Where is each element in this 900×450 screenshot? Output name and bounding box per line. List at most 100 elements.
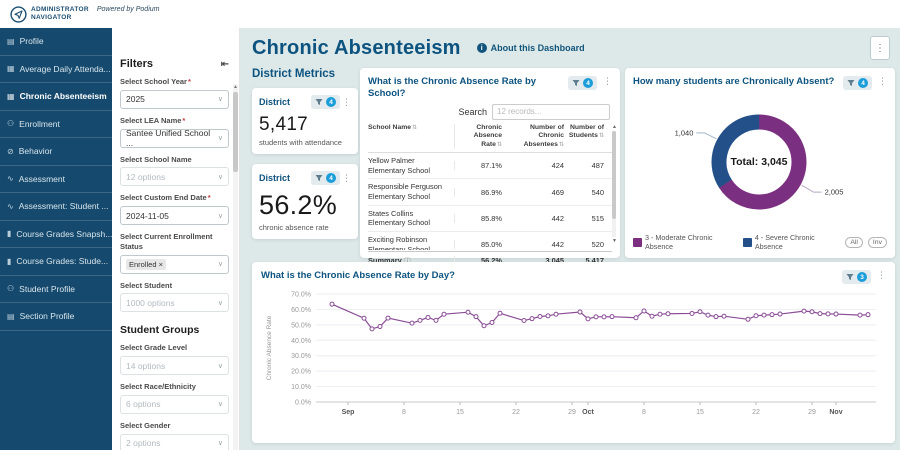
x-axis-tick-label: 29: [568, 409, 576, 416]
data-point: [801, 308, 807, 314]
sidebar-item-student-profile[interactable]: ⚇ Student Profile: [0, 276, 112, 303]
legend-item[interactable]: 4 - Severe Chronic Absence: [742, 233, 841, 251]
legend-all-button[interactable]: All: [845, 236, 863, 248]
data-point: [425, 314, 431, 320]
value-cell: 424: [551, 161, 564, 171]
sidebar-item-label: Behavior: [18, 146, 53, 157]
card-menu-button[interactable]: ⋮: [877, 270, 886, 281]
filter-label-text: Select School Name: [120, 154, 192, 164]
scrollbar-thumb[interactable]: [612, 131, 616, 219]
filter-chip[interactable]: 4: [568, 76, 597, 90]
x-axis-tick-label: 8: [642, 409, 646, 416]
filter-chip[interactable]: 4: [311, 95, 340, 109]
data-point: [825, 311, 831, 317]
filter-select-select-race-ethnicity[interactable]: 6 options ∨: [120, 394, 229, 414]
about-dashboard-link[interactable]: i About this Dashboard: [476, 43, 585, 53]
filter-select-select-custom-end-date[interactable]: 2024-11-05 ∨: [120, 206, 229, 225]
page-menu-button[interactable]: ⋮: [870, 36, 890, 60]
column-header-school-name[interactable]: School Name⇅: [368, 124, 454, 149]
sidebar-item-chronic-absenteeism[interactable]: ▦ Chronic Absenteeism: [0, 83, 112, 111]
metric-card: District 4 ⋮ 56.2% chronic absence rate: [252, 164, 358, 239]
data-point: [553, 311, 559, 317]
card-menu-button[interactable]: ⋮: [603, 76, 612, 87]
table-row[interactable]: Yellow Palmer Elementary School 87.1% 424 4…: [368, 153, 612, 180]
calendar-icon: ▦: [7, 64, 15, 74]
table-search-input[interactable]: [492, 103, 610, 120]
column-header-number-of-students[interactable]: Number of Students⇅: [566, 124, 606, 149]
filter-chip[interactable]: 4: [311, 171, 340, 185]
x-axis-tick-label: Sep: [342, 409, 355, 416]
table-scrollbar[interactable]: ▲ ▼: [611, 124, 618, 244]
top-app-bar: ADMINISTRATOR NAVIGATOR Powered by Podiu…: [0, 0, 900, 28]
funnel-icon: [315, 175, 323, 181]
sort-icon: ⇅: [412, 124, 418, 131]
x-axis-tick-label: Nov: [829, 409, 842, 416]
sidebar-item-profile[interactable]: ▤ Profile: [0, 28, 112, 56]
chevron-down-icon: ∨: [217, 173, 223, 181]
filter-select-select-grade-level[interactable]: 14 options ∨: [120, 356, 229, 375]
line-chart[interactable]: 0.0% 10.0% 20.0% 30.0% 40.0% 50.0% 60.0% 70.0% C…: [261, 284, 886, 441]
filter-select-select-gender[interactable]: 2 options ∨: [120, 433, 229, 450]
table-row[interactable]: States Collins Elementary School 85.8% 442…: [368, 206, 612, 232]
sidebar-item-label: Student Profile: [19, 283, 75, 294]
scroll-up-icon[interactable]: ▲: [233, 84, 238, 90]
card-menu-button[interactable]: ⋮: [342, 97, 351, 108]
card-menu-button[interactable]: ⋮: [342, 173, 351, 184]
column-header-number-of-chronic-absentees[interactable]: Number of Chronic Absentees⇅: [504, 124, 566, 149]
scroll-up-icon[interactable]: ▲: [611, 124, 618, 130]
calendar-icon: ▦: [7, 91, 15, 101]
sidebar-item-behavior[interactable]: ⊘ Behavior: [0, 138, 112, 166]
legend-item[interactable]: 3 - Moderate Chronic Absence: [633, 233, 738, 251]
filter-chip[interactable]: 3: [842, 270, 871, 284]
sidebar-item-assessment-student[interactable]: ∿ Assessment: Student ...: [0, 193, 112, 221]
school-name-cell: States Collins Elementary School: [368, 208, 431, 228]
sidebar-item-course-grades-stude[interactable]: ▮ Course Grades: Stude...: [0, 248, 112, 276]
legend-swatch: [633, 237, 642, 247]
metric-caption: chronic absence rate: [259, 223, 329, 232]
donut-chart[interactable]: Total: 3,045 1,040 2,005: [633, 90, 887, 230]
sidebar-item-course-grades-snapsh[interactable]: ▮ Course Grades Snapsh...: [0, 221, 112, 248]
sidebar-item-label: Assessment: Student ...: [18, 201, 109, 212]
sort-icon: ⇅: [496, 141, 502, 148]
table-row[interactable]: Exciting Robinson Elementary School 85.0%…: [368, 232, 612, 250]
id-card-icon: ▤: [7, 36, 15, 46]
school-table-title: What is the Chronic Absence Rate by Scho…: [368, 76, 537, 99]
wave-icon: ∿: [7, 201, 14, 211]
value-cell: 469: [551, 187, 564, 197]
data-point: [649, 313, 655, 319]
data-point: [537, 314, 543, 320]
sidebar-item-assessment[interactable]: ∿ Assessment: [0, 166, 112, 193]
sidebar-item-section-profile[interactable]: ▤ Section Profile: [0, 303, 112, 331]
powered-by-label: Powered by Podium: [96, 6, 160, 13]
filter-select-select-school-name[interactable]: 12 options ∨: [120, 167, 229, 187]
selected-value: 2 options: [126, 438, 161, 448]
value-cell: 540: [591, 187, 604, 197]
filter-select-select-current-enrollment-status[interactable]: Enrolled × ∨: [120, 254, 229, 274]
selected-value-chip[interactable]: Enrolled ×: [126, 258, 166, 270]
column-header-chronic-absence-rate[interactable]: Chronic Absence Rate⇅: [454, 123, 504, 150]
filter-select-select-student[interactable]: 1000 options ∨: [120, 293, 229, 313]
filter-chip[interactable]: 4: [843, 76, 872, 90]
scroll-down-icon[interactable]: ▼: [611, 238, 618, 244]
x-axis-tick-label: 22: [752, 409, 760, 416]
card-menu-button[interactable]: ⋮: [878, 76, 887, 87]
filter-select-select-school-year[interactable]: 2025 ∨: [120, 89, 229, 109]
data-point: [369, 326, 375, 332]
filters-scrollbar[interactable]: ▲: [233, 84, 238, 450]
legend-inv-button[interactable]: Inv: [867, 236, 887, 248]
collapse-panel-icon[interactable]: ⇤: [221, 59, 229, 70]
data-point: [481, 323, 487, 329]
filter-select-select-lea-name[interactable]: Santee Unified School ... ∨: [120, 128, 229, 148]
filter-label: Select Grade Level: [120, 343, 229, 353]
table-row[interactable]: Responsible Ferguson Elementary School 86…: [368, 179, 612, 206]
sidebar-item-average-daily-attenda[interactable]: ▦ Average Daily Attenda...: [0, 56, 112, 83]
metric-caption: students with attendance: [259, 138, 342, 147]
x-axis-tick-label: 15: [696, 409, 704, 416]
sidebar-item-enrollment[interactable]: ⚇ Enrollment: [0, 111, 112, 138]
wave-icon: ∿: [7, 174, 14, 184]
scrollbar-thumb[interactable]: [233, 92, 238, 172]
data-point: [377, 324, 383, 330]
rate-by-day-card: What is the Chronic Absence Rate by Day?…: [252, 262, 895, 443]
value-cell: 442: [551, 213, 564, 223]
data-point: [777, 311, 783, 317]
